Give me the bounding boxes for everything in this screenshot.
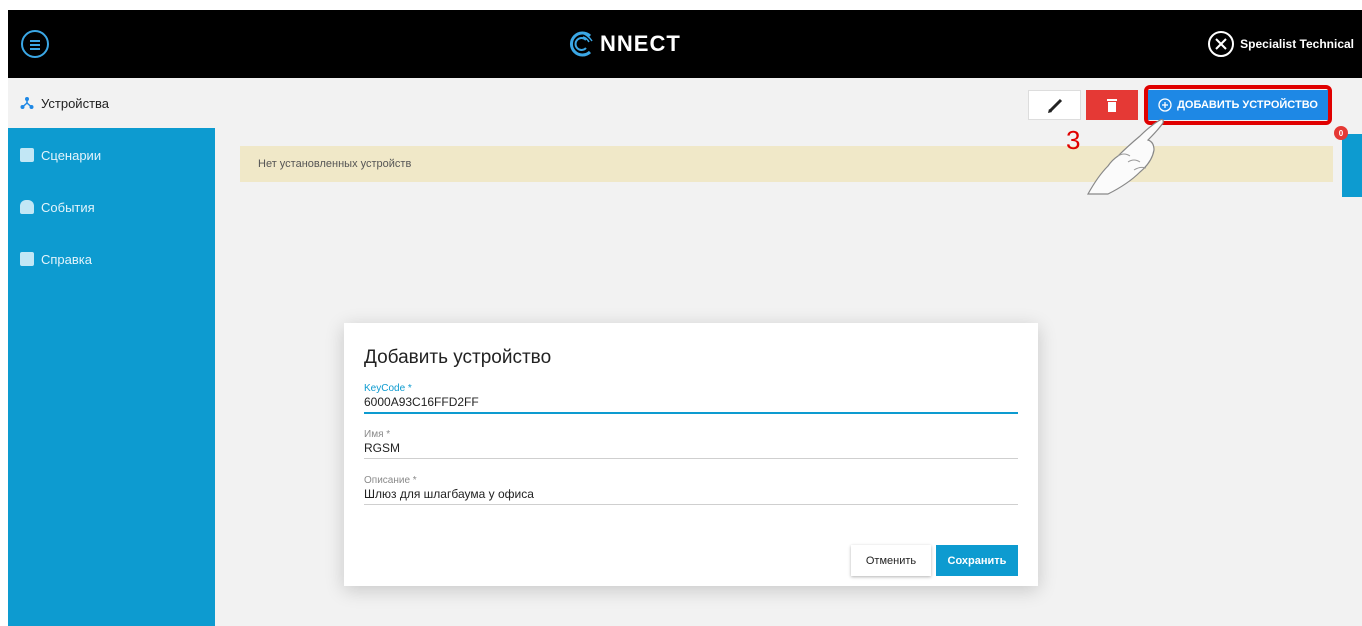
sidebar-item-help[interactable]: Справка xyxy=(8,234,215,284)
field-underline xyxy=(364,458,1018,459)
connect-logo-icon xyxy=(570,31,593,57)
field-value: RGSM xyxy=(364,441,400,455)
field-label: Имя * xyxy=(364,429,391,440)
user-menu[interactable]: Specialist Technical xyxy=(1208,29,1354,59)
wrench-icon xyxy=(1208,31,1235,57)
side-panel-tab[interactable] xyxy=(1342,134,1362,197)
description-field[interactable]: Описание * Шлюз для шлагбаума у офиса xyxy=(364,475,1018,505)
field-underline xyxy=(364,504,1018,505)
add-device-dialog: Добавить устройство KeyCode * 6000A93C16… xyxy=(344,323,1038,586)
user-name: Specialist Technical xyxy=(1240,37,1354,51)
devices-icon xyxy=(20,97,34,109)
edit-button[interactable] xyxy=(1028,90,1081,120)
highlight-frame xyxy=(1144,85,1332,125)
field-label: KeyCode * xyxy=(364,383,412,394)
scenarios-icon xyxy=(20,148,34,162)
keycode-field[interactable]: KeyCode * 6000A93C16FFD2FF xyxy=(364,383,1018,414)
field-value: Шлюз для шлагбаума у офиса xyxy=(364,487,534,501)
field-value: 6000A93C16FFD2FF xyxy=(364,395,479,409)
pencil-icon xyxy=(1048,98,1063,113)
name-field[interactable]: Имя * RGSM xyxy=(364,429,1018,459)
sidebar-item-events[interactable]: События xyxy=(8,182,215,232)
sidebar: Устройства Сценарии События Справка xyxy=(8,78,215,626)
sidebar-item-label: Устройства xyxy=(41,95,110,111)
empty-notice: Нет установленных устройств xyxy=(240,146,1333,182)
cancel-button[interactable]: Отменить xyxy=(851,545,931,576)
menu-icon[interactable] xyxy=(21,30,49,58)
sidebar-item-scenarios[interactable]: Сценарии xyxy=(8,130,215,180)
sidebar-item-label: Сценарии xyxy=(41,147,102,163)
field-underline xyxy=(364,412,1018,414)
notification-badge: 0 xyxy=(1334,126,1348,140)
field-label: Описание * xyxy=(364,475,417,486)
logo: NNECT xyxy=(568,28,681,60)
bell-icon xyxy=(20,200,34,214)
notice-text: Нет установленных устройств xyxy=(258,158,412,170)
sidebar-item-devices[interactable]: Устройства xyxy=(8,78,215,128)
sidebar-item-label: Справка xyxy=(41,251,92,267)
dialog-title: Добавить устройство xyxy=(364,347,552,368)
top-bar: NNECT Specialist Technical xyxy=(8,10,1362,78)
app-window: NNECT Specialist Technical Устройства Сц… xyxy=(8,10,1362,626)
save-button[interactable]: Сохранить xyxy=(936,545,1018,576)
logo-text: NNECT xyxy=(600,31,681,56)
pointing-hand-icon xyxy=(1086,118,1164,195)
sidebar-item-label: События xyxy=(41,199,95,215)
help-icon xyxy=(20,252,34,266)
